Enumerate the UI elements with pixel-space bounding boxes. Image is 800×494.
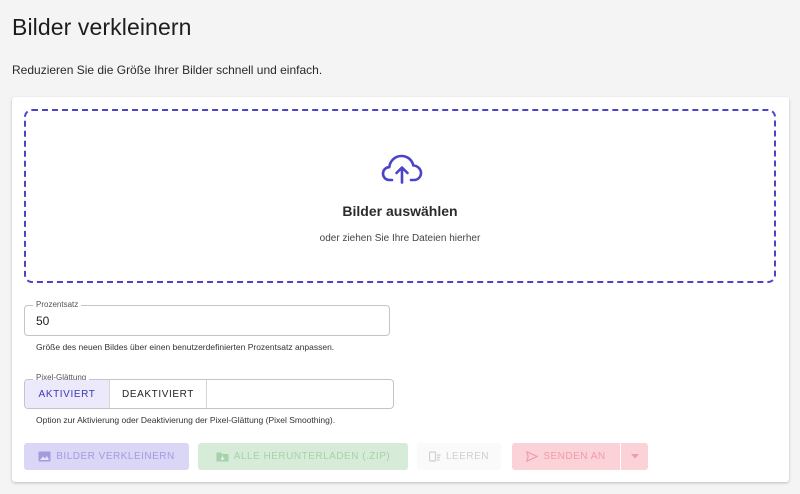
cloud-upload-icon (381, 154, 423, 184)
caret-down-icon (630, 454, 639, 459)
percent-field: Prozentsatz (24, 300, 390, 336)
resize-images-button[interactable]: BILDER VERKLEINERN (24, 443, 189, 470)
clear-button[interactable]: LEEREN (417, 443, 501, 470)
percent-input[interactable] (36, 314, 376, 328)
send-to-menu-button[interactable] (621, 443, 648, 470)
percent-field-label: Prozentsatz (33, 300, 82, 309)
clear-label: LEEREN (445, 451, 489, 462)
image-icon (38, 451, 51, 462)
toggle-deactivated[interactable]: DEAKTIVIERT (109, 380, 207, 408)
clear-icon (428, 451, 441, 462)
dropzone-subtitle: oder ziehen Sie Ihre Dateien hierher (319, 233, 481, 244)
send-to-button[interactable]: SENDEN AN (512, 443, 620, 470)
file-dropzone[interactable]: Bilder auswählen oder ziehen Sie Ihre Da… (24, 109, 776, 283)
dropzone-title: Bilder auswählen (342, 203, 458, 219)
pixel-smoothing-toggle-group: Pixel-Glättung AKTIVIERT DEAKTIVIERT (24, 373, 394, 409)
resize-card: Bilder auswählen oder ziehen Sie Ihre Da… (12, 97, 789, 482)
page-subtitle: Reduzieren Sie die Größe Ihrer Bilder sc… (12, 63, 323, 77)
page-title: Bilder verkleinern (12, 14, 192, 40)
download-all-label: ALLE HERUNTERLADEN (.ZIP) (233, 451, 391, 462)
percent-helper-text: Größe des neuen Bildes über einen benutz… (36, 342, 335, 352)
folder-download-icon (216, 452, 229, 462)
toggle-activated[interactable]: AKTIVIERT (25, 380, 109, 408)
resize-images-label: BILDER VERKLEINERN (56, 451, 175, 462)
send-to-label: SENDEN AN (543, 451, 606, 462)
smoothing-helper-text: Option zur Aktivierung oder Deaktivierun… (36, 415, 336, 425)
send-icon (526, 451, 539, 462)
download-all-button[interactable]: ALLE HERUNTERLADEN (.ZIP) (198, 443, 408, 470)
